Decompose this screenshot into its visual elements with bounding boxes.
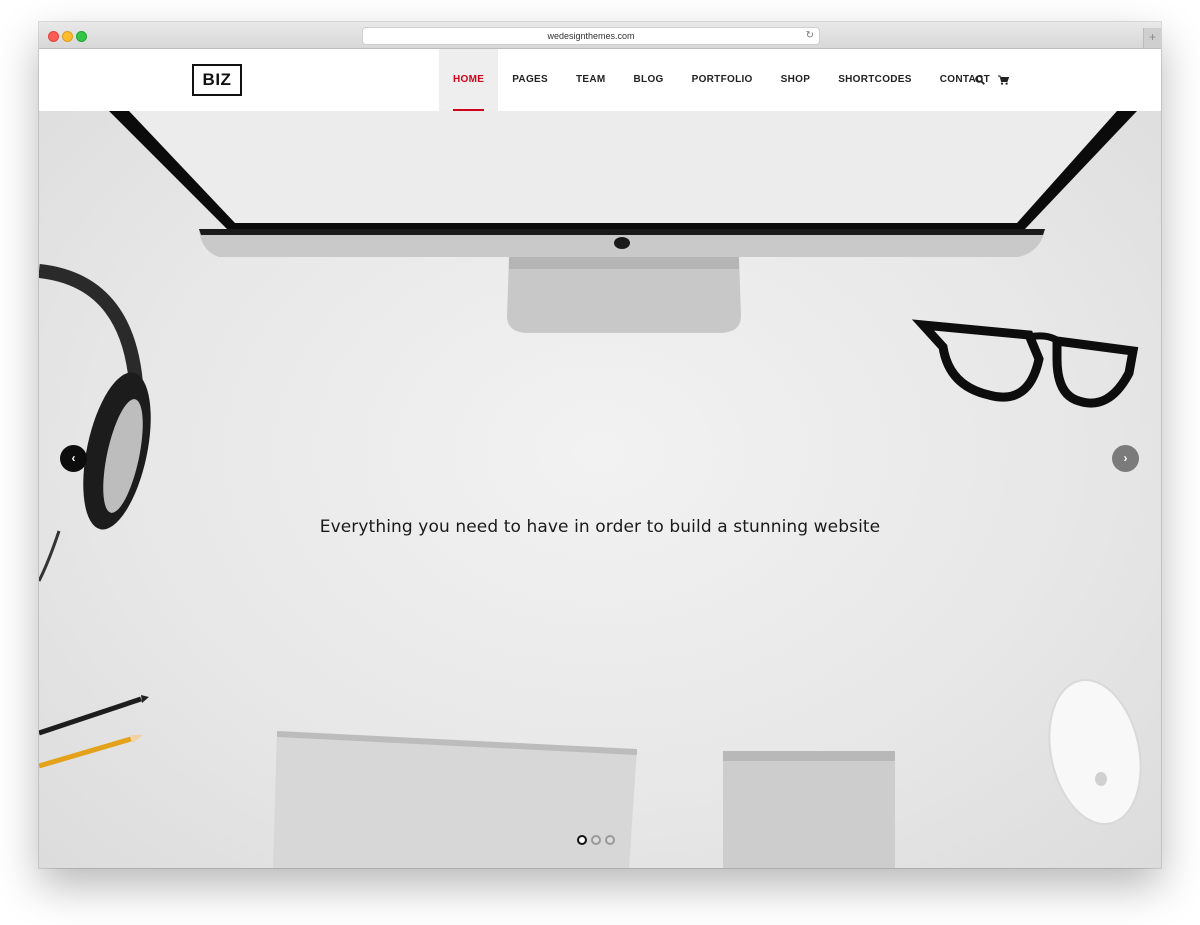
site-logo[interactable]: BIZ — [192, 64, 242, 96]
slider-dot-3[interactable] — [605, 835, 615, 845]
search-icon[interactable] — [975, 49, 985, 111]
glasses-image — [911, 319, 1139, 408]
slider-dot-1[interactable] — [577, 835, 587, 845]
browser-window: wedesignthemes.com ↻ + BIZ HOME PAGES TE… — [39, 22, 1161, 868]
nav-item-blog[interactable]: BLOG — [620, 49, 678, 111]
slider-pagination — [577, 835, 615, 845]
new-tab-button[interactable]: + — [1143, 28, 1161, 48]
address-bar[interactable]: wedesignthemes.com ↻ — [362, 27, 820, 45]
reload-icon[interactable]: ↻ — [806, 28, 814, 44]
pencils-image — [39, 695, 149, 769]
hero-slider: ‹ › Everything you need to have in order… — [39, 111, 1161, 868]
nav-item-pages[interactable]: PAGES — [498, 49, 562, 111]
nav-item-team[interactable]: TEAM — [562, 49, 620, 111]
hero-tagline: Everything you need to have in order to … — [319, 517, 881, 537]
slider-next-button[interactable]: › — [1112, 445, 1139, 472]
minimize-window-button[interactable] — [62, 31, 73, 42]
mouse-image — [1048, 679, 1142, 825]
nav-item-home[interactable]: HOME — [439, 49, 499, 111]
address-bar-url: wedesignthemes.com — [547, 31, 635, 41]
trackpad-image — [723, 751, 895, 868]
site-header: BIZ HOME PAGES TEAM BLOG PORTFOLIO SHOP … — [39, 49, 1161, 111]
main-nav: HOME PAGES TEAM BLOG PORTFOLIO SHOP SHOR… — [439, 49, 1004, 111]
maximize-window-button[interactable] — [76, 31, 87, 42]
nav-item-contact[interactable]: CONTACT — [926, 49, 1004, 111]
nav-item-portfolio[interactable]: PORTFOLIO — [678, 49, 767, 111]
hero-background-image — [39, 111, 1142, 868]
browser-toolbar: wedesignthemes.com ↻ + — [39, 22, 1161, 49]
slider-dot-2[interactable] — [591, 835, 601, 845]
cart-icon[interactable] — [998, 49, 1010, 111]
slider-prev-button[interactable]: ‹ — [60, 445, 87, 472]
close-window-button[interactable] — [48, 31, 59, 42]
nav-item-shop[interactable]: SHOP — [767, 49, 825, 111]
keyboard-image — [273, 731, 637, 868]
imac-image — [109, 111, 1137, 333]
nav-item-shortcodes[interactable]: SHORTCODES — [824, 49, 926, 111]
